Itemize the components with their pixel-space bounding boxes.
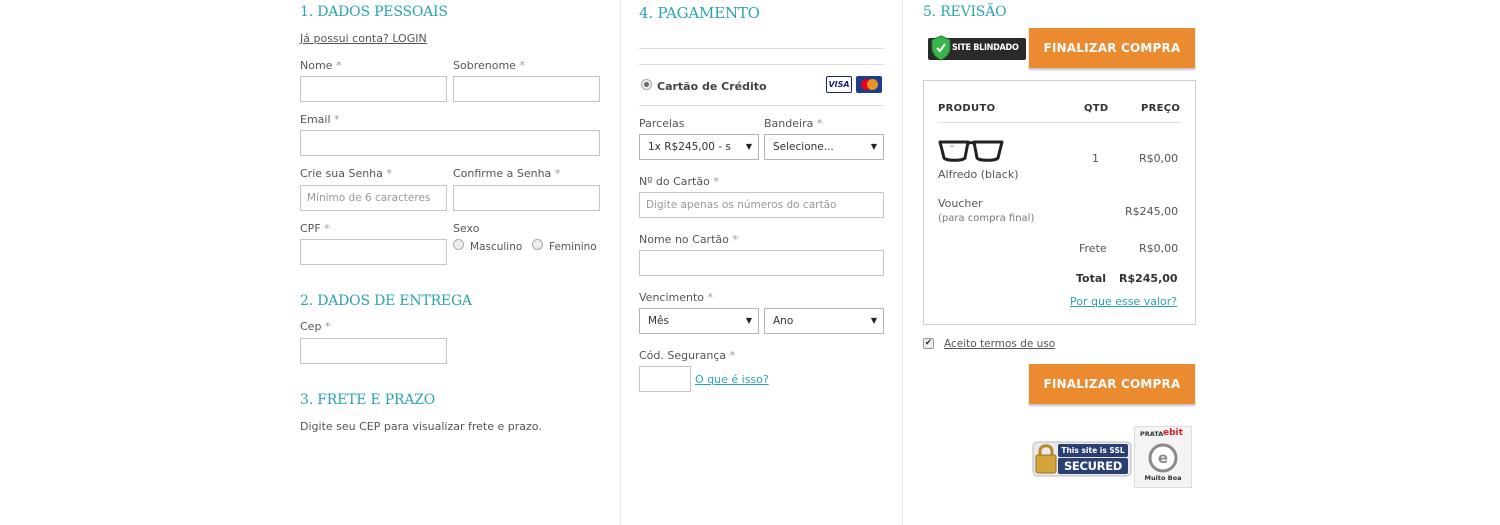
- col-qtd: QTD: [1084, 103, 1109, 114]
- ssl-text-line2: SECURED: [1063, 459, 1123, 473]
- masculino-label: Masculino: [470, 241, 523, 253]
- frete-price: R$0,00: [1139, 242, 1179, 255]
- email-input[interactable]: [300, 130, 600, 156]
- section-title-shipping: 3. FRETE E PRAZO: [300, 392, 436, 408]
- card-name-label: Nome no Cartão *: [639, 233, 738, 246]
- personal-data-column: 1. DADOS PESSOAIS Já possui conta? LOGIN…: [300, 0, 600, 525]
- visa-icon: VISA: [826, 76, 852, 93]
- login-link[interactable]: Já possui conta? LOGIN: [300, 32, 427, 45]
- senha-label: Crie sua Senha *: [300, 167, 392, 180]
- senha-input[interactable]: Mínimo de 6 caracteres: [300, 185, 447, 211]
- sobrenome-label: Sobrenome *: [453, 59, 525, 72]
- divider: [938, 122, 1181, 123]
- svg-text:e: e: [1158, 449, 1168, 467]
- item-name: Alfredo (black): [938, 168, 1019, 181]
- ssl-secured-badge: This site is SSL SECURED: [1032, 440, 1132, 478]
- order-summary: PRODUTO QTD PREÇO Alfredo (black) 1 R$0,…: [923, 80, 1196, 325]
- section-title-delivery: 2. DADOS DE ENTREGA: [300, 293, 472, 309]
- cpf-input[interactable]: [300, 239, 447, 265]
- site-blindado-badge: SITE BLINDADO: [928, 35, 1026, 61]
- why-this-value-link[interactable]: Por que esse valor?: [1070, 295, 1177, 308]
- col-produto: PRODUTO: [938, 103, 996, 114]
- section-title-review: 5. REVISÃO: [923, 4, 1007, 20]
- nome-label: Nome *: [300, 59, 342, 72]
- ebit-logo-icon: e: [1148, 443, 1178, 473]
- credit-card-radio[interactable]: [641, 79, 652, 90]
- section-title-payment: 4. PAGAMENTO: [639, 4, 760, 22]
- feminino-radio[interactable]: [532, 239, 543, 250]
- total-label: Total: [1076, 272, 1107, 285]
- confirme-senha-label: Confirme a Senha *: [453, 167, 561, 180]
- chevron-down-icon: ▼: [870, 316, 877, 325]
- what-is-this-link[interactable]: O que é isso?: [695, 373, 769, 386]
- cep-input[interactable]: [300, 338, 447, 364]
- terms-link[interactable]: Aceito termos de uso: [944, 338, 1055, 350]
- cpf-label: CPF *: [300, 222, 330, 235]
- shield-icon: [931, 35, 951, 61]
- sobrenome-input[interactable]: [453, 76, 600, 102]
- ssl-text-line1: This site is SSL: [1061, 446, 1125, 455]
- chevron-down-icon: ▼: [745, 316, 752, 325]
- vencimento-label: Vencimento *: [639, 291, 714, 304]
- card-name-input[interactable]: [639, 250, 884, 276]
- voucher-sub: (para compra final): [938, 213, 1035, 224]
- bandeira-label: Bandeira *: [764, 117, 823, 130]
- section-title-personal: 1. DADOS PESSOAIS: [300, 4, 448, 20]
- ebit-rating: Muito Boa: [1144, 474, 1182, 482]
- divider: [639, 48, 884, 49]
- chevron-down-icon: ▼: [870, 142, 877, 151]
- chevron-down-icon: ▼: [745, 142, 752, 151]
- voucher-price: R$245,00: [1125, 205, 1179, 218]
- credit-card-label: Cartão de Crédito: [657, 80, 767, 93]
- ebit-tier: PRATA: [1140, 430, 1164, 438]
- glasses-icon: [938, 140, 1004, 162]
- total-price: R$245,00: [1119, 272, 1178, 285]
- confirme-senha-input[interactable]: [453, 185, 600, 211]
- payment-column: 4. PAGAMENTO Cartão de Crédito VISA Parc…: [620, 0, 903, 525]
- parcelas-label: Parcelas: [639, 117, 685, 130]
- terms-checkbox[interactable]: ✔: [923, 338, 934, 349]
- col-preco: PREÇO: [1141, 103, 1181, 114]
- review-column: 5. REVISÃO SITE BLINDADO FINALIZAR COMPR…: [904, 0, 1214, 525]
- cod-seguranca-input[interactable]: [639, 366, 691, 392]
- mastercard-icon: [856, 76, 882, 93]
- masculino-radio[interactable]: [453, 239, 464, 250]
- parcelas-select[interactable]: 1x R$245,00 - s ▼: [639, 134, 759, 160]
- card-number-input[interactable]: Digite apenas os números do cartão: [639, 192, 884, 218]
- email-label: Email *: [300, 113, 340, 126]
- shipping-hint: Digite seu CEP para visualizar frete e p…: [300, 420, 542, 433]
- feminino-label: Feminino: [549, 241, 597, 253]
- ebit-brand: ebit: [1163, 428, 1183, 438]
- sexo-label: Sexo: [453, 222, 480, 235]
- card-number-label: Nº do Cartão *: [639, 175, 719, 188]
- finalize-purchase-button-top[interactable]: FINALIZAR COMPRA: [1029, 28, 1195, 68]
- divider: [639, 105, 884, 106]
- divider: [639, 64, 884, 65]
- finalize-purchase-button-bottom[interactable]: FINALIZAR COMPRA: [1029, 364, 1195, 404]
- ebit-badge: PRATA ebit e Muito Boa: [1134, 426, 1192, 488]
- bandeira-select[interactable]: Selecione... ▼: [764, 134, 884, 160]
- item-qty: 1: [1092, 152, 1099, 165]
- voucher-label: Voucher: [938, 197, 983, 210]
- mes-select[interactable]: Mês ▼: [639, 308, 759, 334]
- ano-select[interactable]: Ano ▼: [764, 308, 884, 334]
- cod-seguranca-label: Cód. Segurança *: [639, 349, 736, 362]
- frete-label: Frete: [1079, 242, 1107, 255]
- cep-label: Cep *: [300, 320, 331, 333]
- nome-input[interactable]: [300, 76, 447, 102]
- item-price: R$0,00: [1139, 152, 1179, 165]
